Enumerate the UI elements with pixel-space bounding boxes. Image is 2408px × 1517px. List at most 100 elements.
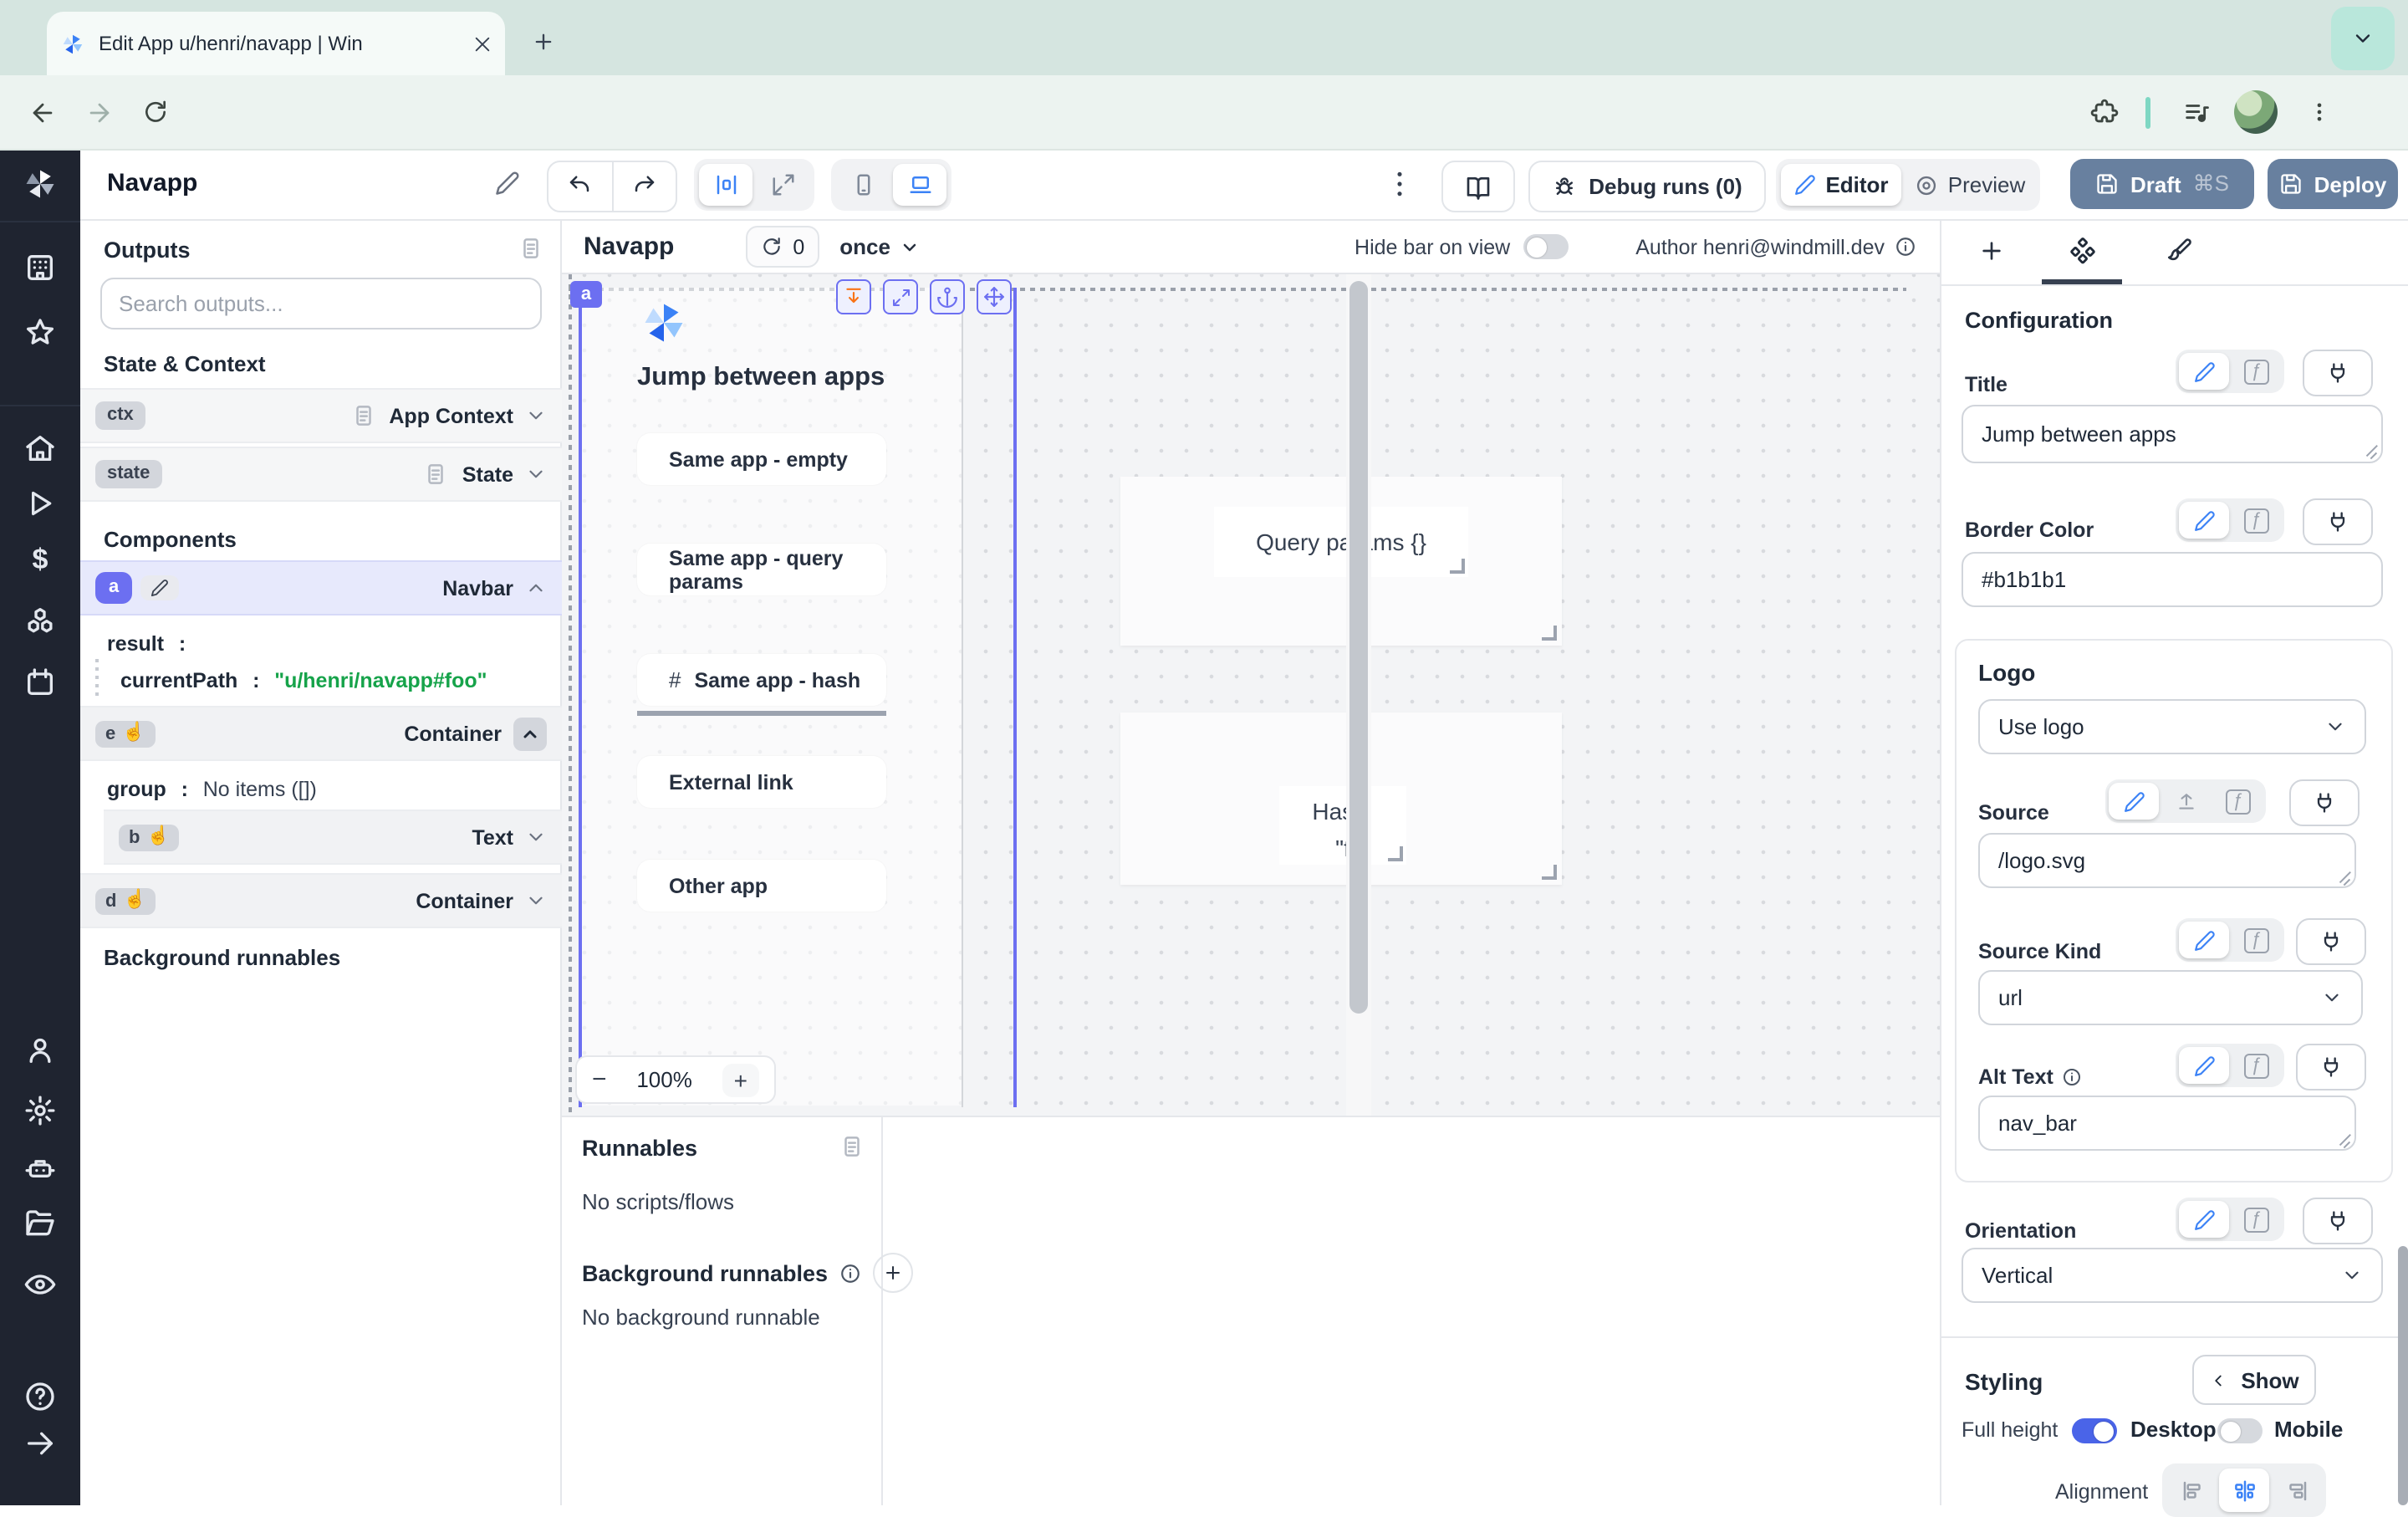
resize-corner[interactable] (1542, 865, 1557, 880)
resize-corner[interactable] (1450, 559, 1465, 574)
component-a-row[interactable]: a Navbar (80, 560, 562, 615)
query-params-text[interactable]: Query params {} (1214, 507, 1468, 577)
undo-button[interactable] (548, 174, 611, 199)
connect-button[interactable] (2296, 918, 2366, 965)
reload-button[interactable] (134, 90, 177, 134)
static-mode-button[interactable] (2179, 1201, 2229, 1238)
source-input[interactable] (1978, 833, 2356, 888)
connect-button[interactable] (2289, 779, 2360, 826)
info-icon[interactable] (1895, 236, 1916, 258)
zoom-in-button[interactable]: + (722, 1063, 759, 1096)
hash-text[interactable]: Hash: "f (1279, 786, 1406, 865)
styling-show-button[interactable]: Show (2192, 1355, 2316, 1405)
alt-text-input[interactable] (1978, 1096, 2356, 1151)
refresh-counter[interactable]: 0 (746, 226, 819, 268)
sidebar-favorites-icon[interactable] (23, 316, 57, 350)
back-button[interactable] (20, 90, 64, 134)
doc-icon[interactable] (350, 403, 375, 428)
connect-button[interactable] (2303, 498, 2373, 545)
nav-button-external[interactable]: External link (637, 756, 886, 808)
chevron-up-icon[interactable] (525, 577, 547, 599)
border-color-input[interactable] (1962, 552, 2383, 607)
doc-icon[interactable] (424, 462, 449, 487)
ctx-row[interactable]: ctx App Context (80, 388, 562, 443)
full-height-toggle[interactable] (2072, 1418, 2117, 1443)
fx-mode-button[interactable]: ƒ (2231, 922, 2281, 958)
chevron-down-icon[interactable] (525, 405, 547, 426)
sidebar-runs-icon[interactable] (23, 487, 57, 520)
mobile-view-button[interactable] (836, 164, 890, 206)
align-right-button[interactable] (2271, 1468, 2321, 1512)
current-path-entry[interactable]: currentPath : "u/henri/navapp#foo" (120, 666, 487, 696)
deploy-button[interactable]: Deploy (2268, 159, 2398, 209)
debug-runs-button[interactable]: Debug runs (0) (1528, 161, 1766, 212)
full-width-button[interactable] (756, 164, 809, 206)
resize-corner[interactable] (1542, 626, 1557, 641)
canvas[interactable]: a Jump between apps Same app - empty Sam… (562, 274, 1940, 1116)
input-resize-handle[interactable] (2338, 1134, 2351, 1147)
static-mode-button[interactable] (2179, 1047, 2229, 1084)
more-options-icon[interactable] (1388, 162, 1411, 206)
chevron-down-icon[interactable] (525, 890, 547, 912)
info-icon[interactable] (2062, 1067, 2082, 1087)
sidebar-resources-icon[interactable] (23, 605, 57, 639)
settings-tab[interactable] (2062, 231, 2102, 271)
windmill-logo[interactable] (22, 166, 59, 202)
browser-tab[interactable]: Edit App u/henri/navapp | Win (47, 12, 505, 75)
sidebar-billing-icon[interactable]: $ (23, 544, 57, 577)
canvas-scrollbar-thumb[interactable] (1349, 281, 1368, 1014)
sidebar-settings-icon[interactable] (23, 1094, 57, 1127)
hash-container[interactable]: Hash: "f (1120, 713, 1562, 885)
extensions-icon[interactable] (2082, 90, 2125, 134)
collapse-button[interactable] (513, 717, 547, 750)
expand-component-button[interactable] (836, 279, 871, 314)
connect-button[interactable] (2296, 1044, 2366, 1091)
input-resize-handle[interactable] (2338, 871, 2351, 885)
anchor-component-button[interactable] (930, 279, 965, 314)
new-tab-button[interactable] (522, 20, 565, 64)
upload-mode-button[interactable] (2161, 783, 2211, 820)
media-queue-icon[interactable] (2174, 90, 2217, 134)
window-chevron-button[interactable] (2331, 7, 2395, 70)
orientation-select[interactable]: Vertical (1962, 1248, 2383, 1303)
docs-button[interactable] (1441, 161, 1515, 212)
constrained-width-button[interactable] (699, 164, 752, 206)
editor-tab[interactable]: Editor (1781, 164, 1901, 206)
hide-bar-toggle[interactable] (1523, 234, 1569, 259)
sidebar-expand-icon[interactable] (23, 1427, 57, 1460)
sidebar-audit-icon[interactable] (23, 1268, 57, 1301)
fx-mode-button[interactable]: ƒ (2231, 1047, 2281, 1084)
sidebar-apps-icon[interactable] (23, 251, 57, 284)
styling-tab[interactable] (2159, 231, 2199, 271)
refresh-mode-select[interactable]: once (839, 234, 921, 259)
fx-mode-button[interactable]: ƒ (2231, 353, 2281, 390)
info-icon[interactable] (839, 1262, 861, 1284)
tab-close-icon[interactable] (473, 34, 492, 53)
device-toggle[interactable] (2217, 1418, 2263, 1443)
title-input[interactable] (1962, 405, 2383, 463)
nav-button-hash[interactable]: #Same app - hash (637, 654, 886, 706)
logo-select[interactable]: Use logo (1978, 699, 2366, 754)
static-mode-button[interactable] (2179, 353, 2229, 390)
static-mode-button[interactable] (2109, 783, 2159, 820)
component-b-row[interactable]: b☝ Text (104, 810, 562, 865)
sidebar-users-icon[interactable] (23, 1034, 57, 1067)
search-outputs-input[interactable] (100, 278, 542, 329)
add-background-runnable-button[interactable] (873, 1253, 913, 1293)
fx-mode-button[interactable]: ƒ (2212, 783, 2263, 820)
zoom-out-button[interactable]: − (592, 1065, 607, 1094)
runnables-doc-icon[interactable] (839, 1134, 865, 1159)
sidebar-home-icon[interactable] (23, 432, 57, 465)
edit-id-chip[interactable] (140, 575, 179, 600)
fx-mode-button[interactable]: ƒ (2231, 502, 2281, 539)
chevron-down-icon[interactable] (525, 463, 547, 485)
fullscreen-component-button[interactable] (883, 279, 918, 314)
sidebar-folders-icon[interactable] (23, 1208, 57, 1241)
draft-button[interactable]: Draft ⌘S (2070, 159, 2254, 209)
nav-button-empty[interactable]: Same app - empty (637, 433, 886, 485)
query-params-container[interactable]: Query params {} (1120, 477, 1562, 646)
redo-button[interactable] (613, 174, 676, 199)
fx-mode-button[interactable]: ƒ (2231, 1201, 2281, 1238)
state-row[interactable]: state State (80, 447, 562, 502)
static-mode-button[interactable] (2179, 922, 2229, 958)
